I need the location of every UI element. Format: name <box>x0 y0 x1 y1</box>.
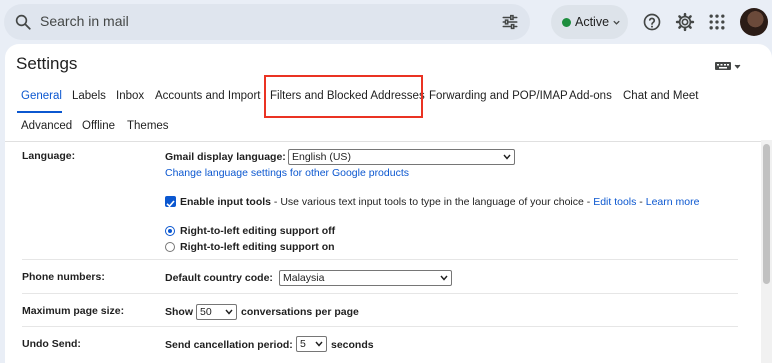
page-size-row-label: Maximum page size: <box>22 305 125 317</box>
input-tools-label: Enable input tools <box>180 196 271 208</box>
link-separator: - <box>636 196 646 208</box>
tabs-divider <box>5 141 772 142</box>
page-size-suffix: conversations per page <box>241 306 359 318</box>
phone-row-label: Phone numbers: <box>22 271 105 283</box>
chevron-down-icon <box>315 341 323 347</box>
display-language-select[interactable]: English (US) <box>288 149 515 165</box>
page-size-select[interactable]: 50 <box>196 304 237 320</box>
row-divider <box>22 326 738 327</box>
search-icon[interactable] <box>14 13 32 31</box>
row-divider <box>22 259 738 260</box>
cancellation-period-label: Send cancellation period: <box>165 339 293 351</box>
chevron-down-icon <box>225 309 233 315</box>
keyboard-icon[interactable] <box>714 60 742 72</box>
scrollbar-thumb[interactable] <box>763 144 770 284</box>
tab-themes[interactable]: Themes <box>127 120 169 132</box>
chevron-down-icon <box>503 154 511 160</box>
tab-offline[interactable]: Offline <box>82 120 115 132</box>
scrollbar[interactable] <box>761 140 772 363</box>
language-row-label: Language: <box>22 150 76 162</box>
rtl-on-radio[interactable] <box>165 242 175 252</box>
account-avatar[interactable] <box>740 8 768 36</box>
tab-general[interactable]: General <box>21 90 62 102</box>
apps-grid-icon[interactable] <box>707 12 727 32</box>
chevron-down-icon <box>613 20 620 25</box>
status-label: Active <box>575 15 610 29</box>
status-dropdown[interactable]: Active <box>551 5 628 39</box>
status-dot <box>562 18 571 27</box>
learn-more-link[interactable]: Learn more <box>646 196 700 208</box>
undo-send-row-label: Undo Send: <box>22 338 81 350</box>
display-language-label: Gmail display language: <box>165 151 286 163</box>
cancellation-period-select[interactable]: 5 <box>296 336 327 352</box>
tab-highlight-box <box>264 75 423 118</box>
cancellation-period-suffix: seconds <box>331 339 374 351</box>
settings-panel: Settings General Labels Inbox Accounts a… <box>5 44 772 363</box>
settings-gear-icon[interactable] <box>675 12 695 32</box>
input-tools-description: - Use various text input tools to type i… <box>271 196 594 208</box>
tab-forwarding-and-pop-imap[interactable]: Forwarding and POP/IMAP <box>429 90 568 102</box>
tab-chat-and-meet[interactable]: Chat and Meet <box>623 90 698 102</box>
edit-tools-link[interactable]: Edit tools <box>593 196 636 208</box>
rtl-off-radio[interactable] <box>165 226 175 236</box>
tab-add-ons[interactable]: Add-ons <box>569 90 612 102</box>
selected-tab-indicator <box>17 111 62 113</box>
input-tools-checkbox[interactable] <box>165 196 176 208</box>
search-options-icon[interactable] <box>501 13 519 31</box>
search-input[interactable]: Search in mail <box>40 13 129 29</box>
cancellation-period-value: 5 <box>300 338 306 350</box>
input-tools-line: Enable input tools - Use various text in… <box>180 196 699 208</box>
tab-inbox[interactable]: Inbox <box>116 90 144 102</box>
check-icon <box>166 200 175 208</box>
tab-labels[interactable]: Labels <box>72 90 106 102</box>
change-language-link[interactable]: Change language settings for other Googl… <box>165 167 409 179</box>
page-title: Settings <box>16 54 78 73</box>
row-divider <box>22 293 738 294</box>
page-size-value: 50 <box>200 306 212 318</box>
rtl-on-label: Right-to-left editing support on <box>180 241 335 253</box>
country-code-value: Malaysia <box>283 272 325 284</box>
country-code-label: Default country code: <box>165 272 273 284</box>
rtl-off-label: Right-to-left editing support off <box>180 225 336 237</box>
top-bar: Search in mail Active <box>0 0 772 44</box>
help-icon[interactable] <box>642 12 662 32</box>
country-code-select[interactable]: Malaysia <box>279 270 452 286</box>
tab-advanced[interactable]: Advanced <box>21 120 72 132</box>
tab-accounts-and-import[interactable]: Accounts and Import <box>155 90 260 102</box>
page-size-show-label: Show <box>165 306 193 318</box>
chevron-down-icon <box>440 275 448 281</box>
display-language-value: English (US) <box>292 151 351 163</box>
search-bar[interactable]: Search in mail <box>4 4 530 40</box>
